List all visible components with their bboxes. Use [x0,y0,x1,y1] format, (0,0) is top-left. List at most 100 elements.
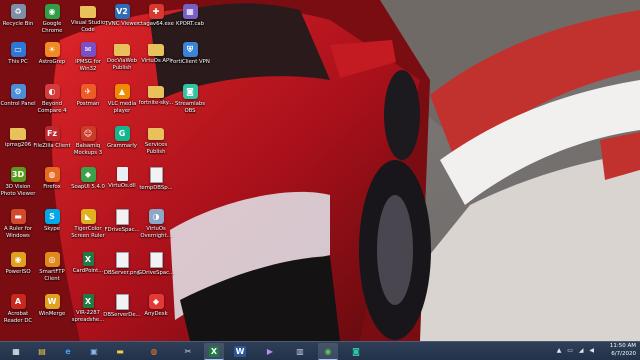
desktop-icon[interactable]: VirtuOs API [138,40,174,88]
folder-icon [10,128,26,140]
desktop-icon-grid: ♻ Recycle Bin ▭ This PC ⚙ Control Panel ipmsg2… [0,0,640,341]
desktop-icon[interactable]: fortnite-sky... [138,82,174,130]
desktop-icon[interactable]: ◉ PowerISO [0,250,36,298]
screen-ruler-icon: ◣ [80,209,96,224]
disc-icon: ◉ [10,252,26,267]
skype-icon: S [44,209,60,224]
internet-explorer-icon[interactable]: e [58,343,78,359]
start-button[interactable]: ▦ [6,343,26,359]
file-explorer-icon[interactable]: ▤ [32,343,52,359]
text-file-icon [115,209,129,225]
control-panel-icon: ⚙ [10,84,26,99]
word-icon-glyph: W [233,345,247,357]
desktop-icon-label: GDriveSpac... [137,270,175,276]
virtuos-icon: ◑ [148,209,164,224]
firefox-icon: ◍ [44,167,60,182]
folder-icon-glyph: ▬ [116,346,124,356]
desktop-icon[interactable]: A Acrobat Reader DC [0,292,36,340]
firefox-icon[interactable]: ◍ [144,343,164,359]
acrobat-icon: A [10,294,26,309]
file-explorer-icon-glyph: ▤ [38,346,46,356]
text-file-icon [115,294,129,310]
desktop-icon-label: Beyond Compare 4 [37,101,67,114]
desktop-icon[interactable]: tempDBSp... [138,165,174,213]
desktop-icon[interactable]: ⛨ FortiClient VPN [170,40,210,88]
balsamiq-icon: ☺ [80,126,96,141]
desktop-icon[interactable]: DocViaWeb Publish [104,40,140,88]
beyond-compare-icon: ◐ [44,84,60,99]
desktop-icon[interactable]: ✉ IPMSG for Win32 [70,40,106,88]
chrome-icon: ◉ [44,4,60,19]
desktop-icon[interactable]: ◣ TigerColor Screen Ruler [70,207,106,255]
file-icon [116,167,128,181]
desktop-icon-label: FileZilla Client [33,143,71,149]
desktop-icon[interactable]: W WinMerge [34,292,70,340]
vnc-icon: V2 [114,4,130,19]
clock[interactable]: 11:50 AM 6/7/2020 [610,343,636,358]
visual-studio-icon-glyph: ▶ [266,346,274,356]
desktop-icon-label: KPORT.cab [176,21,204,27]
word-icon[interactable]: W [230,343,250,359]
system-tray[interactable]: ▲ ▭ ◢ ◀ [557,347,596,354]
desktop-icon[interactable]: ⚙ Control Panel [0,82,36,130]
desktop-icon-label: AnyDesk [144,311,168,317]
image-file-icon [115,252,129,268]
taskbar: ▦ ▤ e ▣ ▬ ◍ ✂ X W ▶ ▥ ◉ ◙ ▲ ▭ ◢ ◀ 11:50 AM 6/7/2020 [0,341,640,360]
snipping-tool-icon-glyph: ✂ [184,346,192,356]
folder-icon [148,86,164,98]
folder-icon [114,44,130,56]
computer-icon: ▭ [10,42,26,57]
desktop-icon-label: Streamlabs OBS [174,101,205,114]
desktop-icon[interactable]: ▲ VLC media player [104,82,140,130]
filezilla-icon: Fz [44,126,60,141]
ssms-icon-glyph: ▥ [296,346,304,356]
desktop-icon[interactable]: ◑ VirtuOs Overnight... [138,207,174,255]
folder-icon [148,128,164,140]
text-file-icon [149,252,163,268]
desktop-icon[interactable]: ◆ SoapUI 5.4.0 [70,165,106,213]
excel-file-icon: X [82,252,94,266]
soapui-icon: ◆ [80,167,96,182]
desktop-icon[interactable]: ◍ Firefox [34,165,70,213]
grammarly-icon: G [114,126,130,141]
snipping-tool-icon[interactable]: ✂ [178,343,198,359]
anydesk-icon: ◆ [148,294,164,309]
desktop-icon[interactable]: ▬ A Ruler for Windows [0,207,36,255]
desktop-icon[interactable]: X CardPoint... [70,250,106,298]
internet-explorer-icon-glyph: e [65,346,71,356]
desktop-icon[interactable]: ☀ AstroGrep [34,40,70,88]
remote-desktop-icon-glyph: ▣ [90,346,98,356]
desktop-icon[interactable]: ▭ This PC [0,40,36,88]
desktop-icon-label: Firefox [43,184,61,190]
excel-icon[interactable]: X [204,343,224,360]
ssms-icon[interactable]: ▥ [290,343,310,359]
chrome-icon[interactable]: ◉ [318,343,338,360]
desktop-icon[interactable]: VirtuOs.dll [104,165,140,213]
ruler-icon: ▬ [10,209,26,224]
streamlabs-icon[interactable]: ◙ [346,343,366,359]
desktop-icon[interactable]: ✈ Postman [70,82,106,130]
remote-desktop-icon[interactable]: ▣ [84,343,104,359]
desktop-icon[interactable]: ◆ AnyDesk [138,292,174,340]
winmerge-icon: W [44,294,60,309]
postman-icon: ✈ [80,84,96,99]
cab-file-icon: ▦ [182,4,198,19]
desktop-icon[interactable]: ◎ SmartFTP Client [34,250,70,298]
forticlient-icon: ⛨ [182,42,198,57]
desktop-icon-label: tempDBSp... [139,185,173,191]
desktop-icon[interactable]: DBServerDe... [103,292,141,340]
desktop-icon[interactable]: FDriveSpac... [104,207,140,255]
desktop-icon[interactable]: DBServer.png [104,250,140,298]
desktop-icon[interactable]: X VIR-2287 spreadshe... [70,292,106,340]
desktop-icon-label: Skype [44,226,60,232]
desktop-icon[interactable]: GDriveSpac... [138,250,174,298]
desktop-icon-label: Google Chrome [41,21,63,34]
folder-icon[interactable]: ▬ [110,343,130,359]
visual-studio-icon[interactable]: ▶ [260,343,280,359]
desktop-icon[interactable]: S Skype [34,207,70,255]
desktop-icon[interactable]: ◙ Streamlabs OBS [172,82,208,130]
desktop-icon[interactable]: 3D 3D Vision Photo Viewer [0,165,36,213]
desktop-icon[interactable]: ◐ Beyond Compare 4 [34,82,70,130]
streamlabs-icon-glyph: ◙ [352,346,360,356]
text-file-icon [149,167,163,183]
